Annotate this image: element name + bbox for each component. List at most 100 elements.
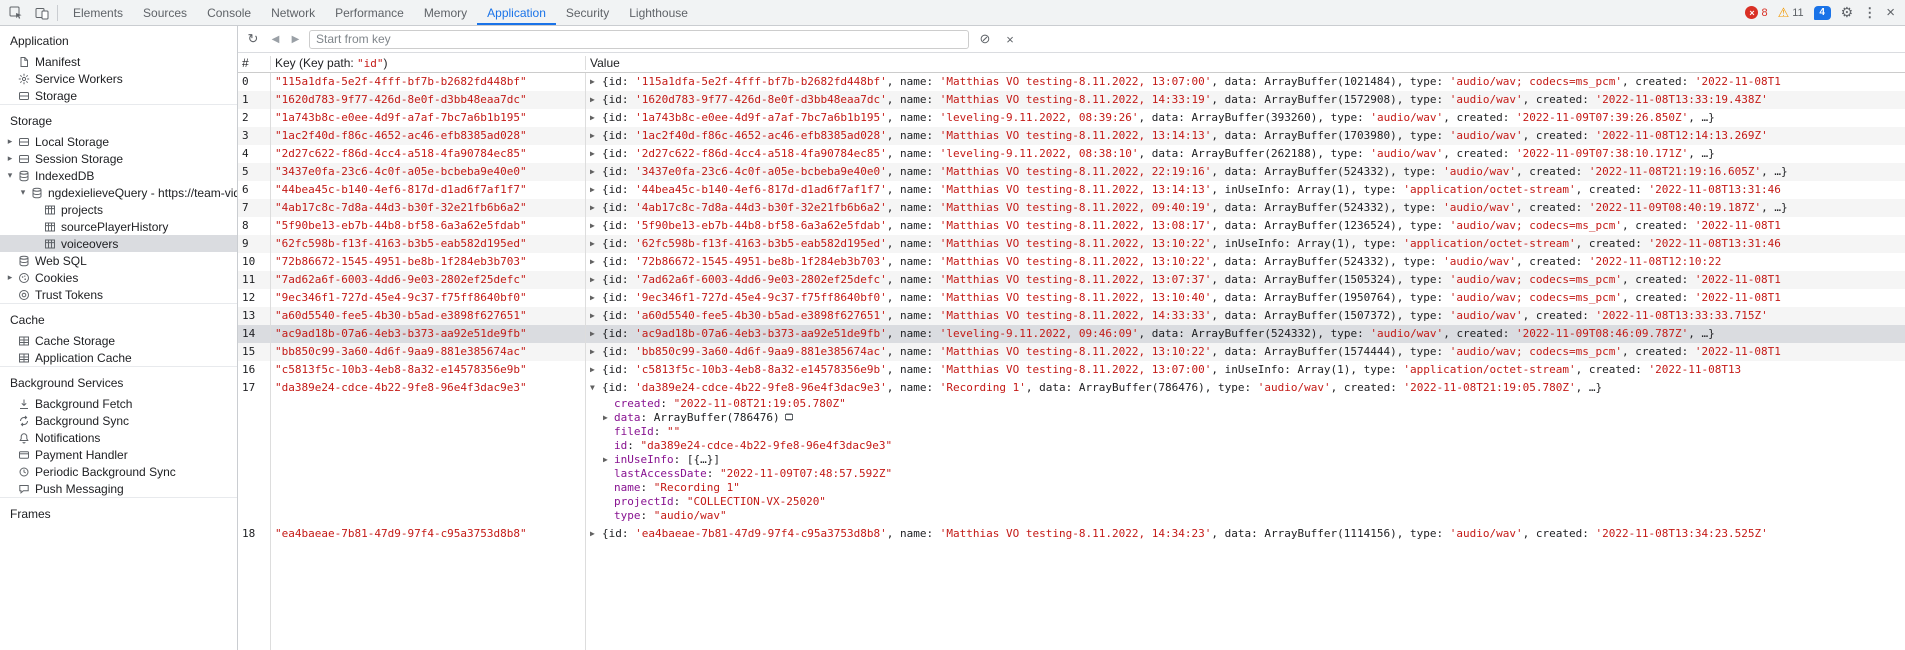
- expand-triangle-icon[interactable]: ▶: [590, 271, 602, 289]
- sidebar-item-ngdexielievequery-https-team-vidieditor-vi[interactable]: ▾ngdexielieveQuery - https://team-vidied…: [0, 184, 237, 201]
- table-row-18[interactable]: 18"ea4baeae-7b81-47d9-97f4-c95a3753d8b8"…: [238, 525, 1905, 543]
- tab-memory[interactable]: Memory: [414, 0, 477, 25]
- tab-network[interactable]: Network: [261, 0, 325, 25]
- expand-triangle-icon[interactable]: ▶: [590, 343, 602, 361]
- sidebar-item-cache-storage[interactable]: Cache Storage: [0, 332, 237, 349]
- expand-triangle-icon[interactable]: ▶: [590, 145, 602, 163]
- object-property-projectid[interactable]: projectId: "COLLECTION-VX-25020": [603, 495, 1901, 509]
- expand-triangle-icon[interactable]: ▶: [590, 217, 602, 235]
- table-row-10[interactable]: 10"72b86672-1545-4951-be8b-1f284eb3b703"…: [238, 253, 1905, 271]
- table-row-15[interactable]: 15"bb850c99-3a60-4d6f-9aa9-881e385674ac"…: [238, 343, 1905, 361]
- sidebar-item-manifest[interactable]: Manifest: [0, 53, 237, 70]
- table-row-6[interactable]: 6"44bea45c-b140-4ef6-817d-d1ad6f7af1f7"▶…: [238, 181, 1905, 199]
- object-property-name[interactable]: name: "Recording 1": [603, 481, 1901, 495]
- collapse-triangle-icon[interactable]: ▼: [590, 379, 602, 397]
- chevron-right-icon[interactable]: ▸: [4, 136, 16, 147]
- table-row-7[interactable]: 7"4ab17c8c-7d8a-44d3-b30f-32e21fb6b6a2"▶…: [238, 199, 1905, 217]
- chevron-down-icon[interactable]: ▾: [17, 187, 29, 198]
- sidebar-item-service-workers[interactable]: Service Workers: [0, 70, 237, 87]
- expand-triangle-icon[interactable]: ▶: [590, 361, 602, 379]
- table-row-17[interactable]: 17"da389e24-cdce-4b22-9fe8-96e4f3dac9e3"…: [238, 379, 1905, 525]
- object-property-data[interactable]: ▶data: ArrayBuffer(786476): [603, 411, 1901, 425]
- table-row-5[interactable]: 5"3437e0fa-23c6-4c0f-a05e-bcbeba9e40e0"▶…: [238, 163, 1905, 181]
- table-row-14[interactable]: 14"ac9ad18b-07a6-4eb3-b373-aa92e51de9fb"…: [238, 325, 1905, 343]
- table-row-8[interactable]: 8"5f90be13-eb7b-44b8-bf58-6a3a62e5fdab"▶…: [238, 217, 1905, 235]
- table-row-12[interactable]: 12"9ec346f1-727d-45e4-9c37-f75ff8640bf0"…: [238, 289, 1905, 307]
- sidebar-item-cookies[interactable]: ▸Cookies: [0, 269, 237, 286]
- table-row-2[interactable]: 2"1a743b8c-e0ee-4d9f-a7af-7bc7a6b1b195"▶…: [238, 109, 1905, 127]
- inspect-element-icon[interactable]: [3, 0, 29, 25]
- sidebar-item-web-sql[interactable]: Web SQL: [0, 252, 237, 269]
- sidebar-item-local-storage[interactable]: ▸Local Storage: [0, 133, 237, 150]
- expand-triangle-icon[interactable]: ▶: [590, 235, 602, 253]
- table-row-4[interactable]: 4"2d27c622-f86d-4cc4-a518-4fa90784ec85"▶…: [238, 145, 1905, 163]
- sidebar-item-projects[interactable]: projects: [0, 201, 237, 218]
- chevron-right-icon[interactable]: ▸: [4, 153, 16, 164]
- object-property-inuseinfo[interactable]: ▶inUseInfo: [{…}]: [603, 453, 1901, 467]
- expand-triangle-icon[interactable]: ▶: [590, 525, 602, 543]
- refresh-icon[interactable]: ↻: [244, 31, 262, 47]
- table-row-11[interactable]: 11"7ad62a6f-6003-4dd6-9e03-2802ef25defc"…: [238, 271, 1905, 289]
- tab-lighthouse[interactable]: Lighthouse: [619, 0, 698, 25]
- memory-inspector-icon[interactable]: [784, 412, 794, 422]
- tab-application[interactable]: Application: [477, 0, 556, 25]
- error-badge[interactable]: × 8: [1745, 6, 1767, 19]
- sidebar-item-application-cache[interactable]: Application Cache: [0, 349, 237, 366]
- next-page-icon[interactable]: ▶: [289, 34, 302, 45]
- expand-triangle-icon[interactable]: ▶: [590, 127, 602, 145]
- issues-badge[interactable]: 4: [1814, 6, 1831, 20]
- table-row-9[interactable]: 9"62fc598b-f13f-4163-b3b5-eab582d195ed"▶…: [238, 235, 1905, 253]
- table-row-13[interactable]: 13"a60d5540-fee5-4b30-b5ad-e3898f627651"…: [238, 307, 1905, 325]
- tab-console[interactable]: Console: [197, 0, 261, 25]
- settings-gear-icon[interactable]: ⚙: [1841, 4, 1854, 21]
- expand-triangle-icon[interactable]: ▶: [603, 411, 614, 425]
- sidebar-item-push-messaging[interactable]: Push Messaging: [0, 480, 237, 497]
- expand-triangle-icon[interactable]: ▶: [603, 453, 614, 467]
- expand-triangle-icon[interactable]: ▶: [590, 109, 602, 127]
- expand-triangle-icon[interactable]: ▶: [590, 73, 602, 91]
- tab-elements[interactable]: Elements: [63, 0, 133, 25]
- expand-triangle-icon[interactable]: ▶: [590, 325, 602, 343]
- sidebar-item-sourceplayerhistory[interactable]: sourcePlayerHistory: [0, 218, 237, 235]
- device-toolbar-icon[interactable]: [29, 0, 55, 25]
- sidebar-item-periodic-background-sync[interactable]: Periodic Background Sync: [0, 463, 237, 480]
- sidebar-item-trust-tokens[interactable]: Trust Tokens: [0, 286, 237, 303]
- close-devtools-icon[interactable]: ×: [1886, 4, 1895, 21]
- expand-triangle-icon[interactable]: ▶: [590, 253, 602, 271]
- sidebar-item-background-sync[interactable]: Background Sync: [0, 412, 237, 429]
- more-menu-icon[interactable]: ⋮: [1863, 5, 1876, 21]
- table-row-16[interactable]: 16"c5813f5c-10b3-4eb8-8a32-e14578356e9b"…: [238, 361, 1905, 379]
- chevron-right-icon[interactable]: ▸: [4, 272, 16, 283]
- clear-object-store-icon[interactable]: ⊘: [976, 31, 994, 47]
- start-from-key-input[interactable]: [309, 30, 969, 49]
- sidebar-item-session-storage[interactable]: ▸Session Storage: [0, 150, 237, 167]
- object-property-id[interactable]: id: "da389e24-cdce-4b22-9fe8-96e4f3dac9e…: [603, 439, 1901, 453]
- sidebar-item-background-fetch[interactable]: Background Fetch: [0, 395, 237, 412]
- expand-triangle-icon[interactable]: ▶: [590, 289, 602, 307]
- sidebar-item-storage[interactable]: Storage: [0, 87, 237, 104]
- expand-triangle-icon[interactable]: ▶: [590, 181, 602, 199]
- expand-triangle-icon[interactable]: ▶: [590, 163, 602, 181]
- expand-triangle-icon[interactable]: ▶: [590, 307, 602, 325]
- delete-selected-icon[interactable]: ×: [1001, 32, 1019, 47]
- warning-badge[interactable]: ⚠ 11: [1778, 6, 1804, 19]
- sidebar-item-payment-handler[interactable]: Payment Handler: [0, 446, 237, 463]
- value-preview-line: ▶{id: '3437e0fa-23c6-4c0f-a05e-bcbeba9e4…: [590, 163, 1901, 181]
- sidebar-item-indexeddb[interactable]: ▾IndexedDB: [0, 167, 237, 184]
- tab-performance[interactable]: Performance: [325, 0, 414, 25]
- tab-security[interactable]: Security: [556, 0, 619, 25]
- table-row-1[interactable]: 1"1620d783-9f77-426d-8e0f-d3bb48eaa7dc"▶…: [238, 91, 1905, 109]
- sidebar-item-voiceovers[interactable]: voiceovers: [0, 235, 237, 252]
- chevron-down-icon[interactable]: ▾: [4, 170, 16, 181]
- table-row-0[interactable]: 0"115a1dfa-5e2f-4fff-bf7b-b2682fd448bf"▶…: [238, 73, 1905, 91]
- expand-triangle-icon[interactable]: ▶: [590, 199, 602, 217]
- object-property-type[interactable]: type: "audio/wav": [603, 509, 1901, 523]
- object-property-fileid[interactable]: fileId: "": [603, 425, 1901, 439]
- sidebar-item-notifications[interactable]: Notifications: [0, 429, 237, 446]
- table-row-3[interactable]: 3"1ac2f40d-f86c-4652-ac46-efb8385ad028"▶…: [238, 127, 1905, 145]
- object-property-lastaccessdate[interactable]: lastAccessDate: "2022-11-09T07:48:57.592…: [603, 467, 1901, 481]
- tab-sources[interactable]: Sources: [133, 0, 197, 25]
- object-property-created[interactable]: created: "2022-11-08T21:19:05.780Z": [603, 397, 1901, 411]
- expand-triangle-icon[interactable]: ▶: [590, 91, 602, 109]
- prev-page-icon[interactable]: ◀: [269, 34, 282, 45]
